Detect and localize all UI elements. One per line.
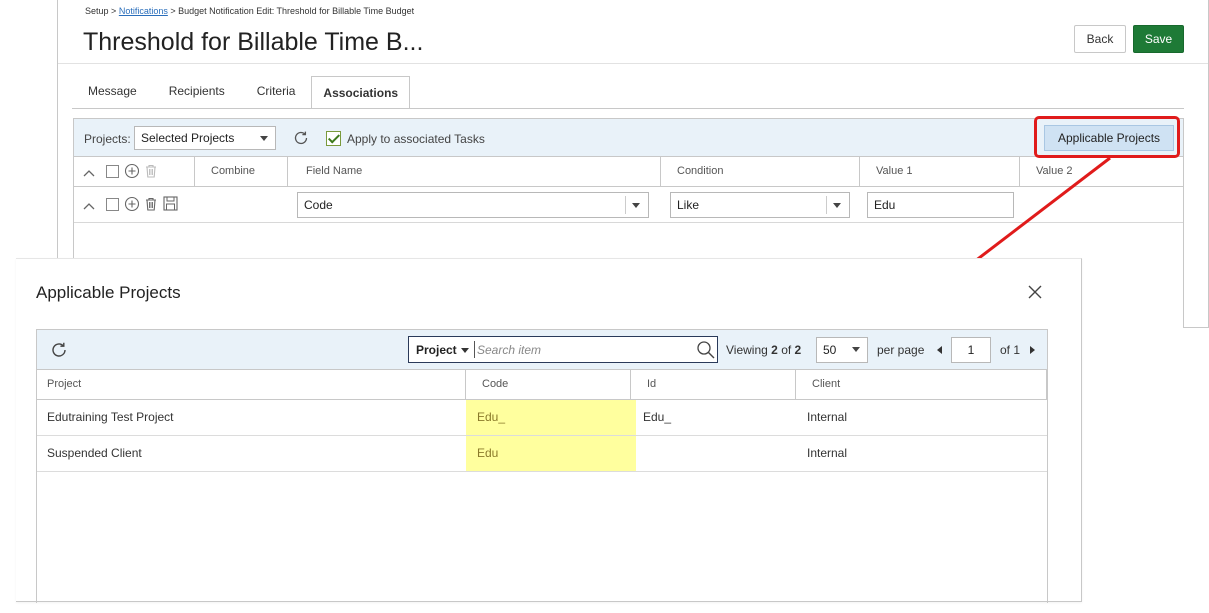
search-separator [474,341,475,358]
column-header-code[interactable]: Code [465,370,630,399]
chevron-up-icon[interactable] [82,168,96,178]
page-number-input[interactable]: 1 [951,337,991,363]
chevron-down-icon [852,347,860,352]
chevron-up-icon[interactable] [82,201,96,211]
applicable-projects-highlight [1034,116,1180,158]
projects-select[interactable]: Selected Projects [134,126,276,150]
row-select-checkbox[interactable] [106,198,119,211]
column-header-value1[interactable]: Value 1 [859,157,1019,186]
viewing-total: 2 [794,343,802,357]
field-name-value: Code [304,198,333,212]
criteria-row: Code Like Edu [74,187,1183,223]
viewing-count: Viewing 2 of 2 [726,343,801,357]
next-page-icon[interactable] [1030,346,1035,354]
breadcrumb-setup[interactable]: Setup [85,6,109,16]
search-field-select[interactable]: Project [416,343,457,357]
page-size-value: 50 [823,343,837,357]
condition-value: Like [677,198,700,212]
id-cell [633,436,798,471]
projects-grid: Project Viewing 2 of 2 50 per page [36,329,1048,603]
column-header-value2[interactable]: Value 2 [1019,157,1183,186]
tab-associations[interactable]: Associations [311,76,411,109]
table-row[interactable]: Edutraining Test Project Edu_ Edu_ Inter… [37,400,1047,436]
viewing-number: 2 [771,343,778,357]
code-cell: Edu_ [466,400,636,435]
value1-input[interactable]: Edu [867,192,1014,218]
tab-criteria[interactable]: Criteria [241,75,312,108]
column-header-field-name[interactable]: Field Name [287,157,660,186]
tab-recipients[interactable]: Recipients [153,75,241,108]
projects-select-value: Selected Projects [141,131,235,145]
breadcrumb-notifications-link[interactable]: Notifications [119,6,168,16]
projects-grid-header: Project Code Id Client [37,370,1047,400]
search-icon[interactable] [696,340,716,360]
header-divider [58,63,1208,64]
condition-select[interactable]: Like [670,192,850,218]
tab-bar: Message Recipients Criteria Associations [72,75,411,109]
column-header-condition[interactable]: Condition [660,157,859,186]
search-box: Project [408,336,718,363]
applicable-projects-dialog: Applicable Projects Project Viewing [16,258,1082,603]
refresh-icon[interactable] [49,340,69,360]
field-name-select[interactable]: Code [297,192,649,218]
select-separator [625,196,626,214]
table-row[interactable]: Suspended Client Edu Internal [37,436,1047,472]
tab-underline [72,108,1184,109]
id-cell: Edu_ [643,410,672,424]
project-cell: Edutraining Test Project [47,410,174,424]
page-size-select[interactable]: 50 [816,337,868,363]
breadcrumb-separator: > [170,6,176,16]
breadcrumb-separator: > [111,6,117,16]
per-page-label: per page [877,343,925,357]
page-title: Threshold for Billable Time B... [83,28,424,56]
column-header-project[interactable]: Project [37,370,465,399]
breadcrumb: Setup > Notifications > Budget Notificat… [85,6,414,16]
dialog-title: Applicable Projects [36,283,181,302]
client-cell: Internal [807,410,848,424]
apply-tasks-label: Apply to associated Tasks [347,132,485,146]
tab-message[interactable]: Message [72,75,153,108]
chevron-down-icon [632,203,640,208]
previous-page-icon[interactable] [937,346,942,354]
add-icon[interactable] [124,196,140,212]
select-separator [826,196,827,214]
close-icon[interactable] [1027,284,1043,300]
viewing-of: of [781,343,792,357]
chevron-down-icon [260,136,268,141]
client-cell: Internal [807,446,848,460]
back-button[interactable]: Back [1074,25,1126,53]
column-header-client[interactable]: Client [795,370,1047,399]
projects-grid-toolbar: Project Viewing 2 of 2 50 per page [37,330,1047,370]
column-header-id[interactable]: Id [630,370,795,399]
chevron-down-icon[interactable] [461,348,469,353]
apply-tasks-checkbox[interactable] [326,131,341,146]
breadcrumb-current: Budget Notification Edit: Threshold for … [178,6,415,16]
delete-icon[interactable] [144,196,158,212]
refresh-icon[interactable] [292,129,310,147]
associations-toolbar: Projects: Selected Projects Apply to ass… [74,119,1183,157]
chevron-down-icon [833,203,841,208]
projects-label: Projects: [84,132,131,146]
project-cell: Suspended Client [47,446,142,460]
select-all-checkbox[interactable] [106,165,119,178]
criteria-grid-header: Combine Field Name Condition Value 1 Val… [74,157,1183,187]
save-button[interactable]: Save [1133,25,1184,53]
total-pages-label: of 1 [1000,343,1021,357]
viewing-prefix: Viewing [726,343,768,357]
search-input[interactable] [477,339,687,360]
code-cell: Edu [466,436,636,471]
value1-text: Edu [874,198,896,212]
add-icon[interactable] [124,163,140,179]
delete-icon[interactable] [144,163,158,179]
save-row-icon[interactable] [163,196,178,211]
column-header-combine[interactable]: Combine [194,157,287,186]
